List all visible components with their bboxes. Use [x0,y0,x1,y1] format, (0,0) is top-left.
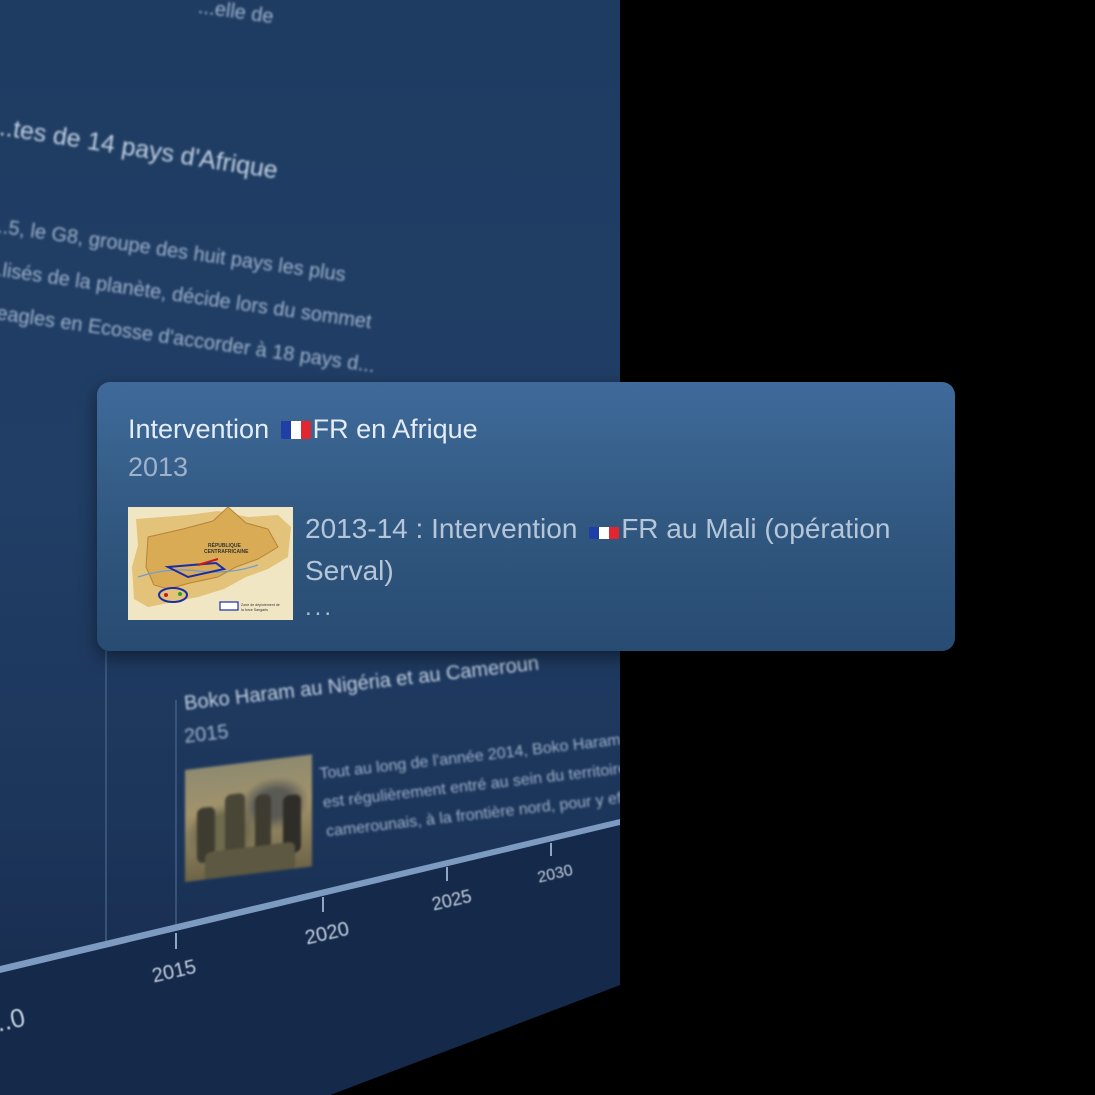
axis-tick [175,933,177,949]
event-boko-haram-year: 2015 [183,720,230,748]
map-title-line-2: CENTRAFRICAINE [204,549,249,555]
map-legend-line-2: la force Sangaris [241,608,268,612]
map-thumbnail[interactable]: RÉPUBLIQUE CENTRAFRICAINE Zone de déploi… [128,507,293,620]
background-event-description: ...5, le G8, groupe des huit pays les pl… [0,205,390,388]
event-boko-haram-photo[interactable] [185,754,312,882]
axis-tick [322,897,324,912]
background-event-title[interactable]: ...tes de 14 pays d'Afrique [0,112,280,186]
card-description: 2013-14 : Intervention FR au Mali (opéra… [305,508,935,592]
flag-france-icon [589,518,620,539]
timeline-connector-line [105,648,107,948]
event-boko-haram-description: Tout au long de l'année 2014, Boko Haram… [318,723,620,846]
map-title-line-1: RÉPUBLIQUE [208,541,241,549]
card-year: 2013 [128,452,189,482]
background-text-fragment: ...elle de [196,0,275,29]
card-title: Intervention FR en Afrique [128,414,478,445]
axis-tick [550,843,552,856]
map-central-african-republic-icon: RÉPUBLIQUE CENTRAFRICAINE Zone de déploi… [128,507,293,620]
card-title-text: FR en Afrique [312,414,478,444]
event-card-intervention-fr[interactable]: Intervention FR en Afrique 2013 RÉPUBLIQ… [97,382,955,651]
timeline-connector-line [175,700,177,940]
map-legend-line-1: Zone de déploiement de [241,603,280,607]
event-boko-haram-title[interactable]: Boko Haram au Nigéria et au Cameroun [183,653,540,716]
card-more-ellipsis[interactable]: ... [305,594,334,622]
flag-france-icon [280,418,311,439]
axis-tick [446,867,448,881]
card-description-text: 2013-14 : Intervention [305,513,578,544]
card-title-text: Intervention [128,414,270,444]
